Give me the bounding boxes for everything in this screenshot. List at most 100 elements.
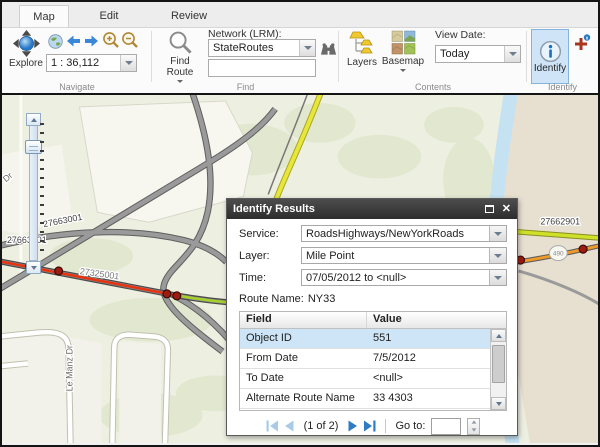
view-date-combobox[interactable]: Today xyxy=(435,45,521,63)
find-binoculars-button[interactable] xyxy=(319,40,337,58)
field-cell: Object ID xyxy=(240,329,367,348)
time-label: Time: xyxy=(239,272,301,284)
table-scrollbar[interactable] xyxy=(490,329,506,410)
service-dropdown-button[interactable] xyxy=(489,226,506,241)
table-row-partial xyxy=(240,409,506,411)
service-value: RoadsHighways/NewYorkRoads xyxy=(302,228,489,240)
zoom-out-magnifier-icon xyxy=(121,31,139,49)
group-navigate: Explore xyxy=(2,28,152,93)
basemap-button[interactable]: Basemap xyxy=(381,30,425,72)
map-scale-dropdown-button[interactable] xyxy=(120,55,136,71)
maximize-icon xyxy=(485,205,494,213)
scrollbar-thumb[interactable] xyxy=(492,345,505,383)
network-lrm-dropdown-button[interactable] xyxy=(299,40,315,56)
group-find: Find Route Network (LRM): StateRoutes xyxy=(152,28,339,93)
basemap-tiles-icon xyxy=(391,30,416,55)
next-extent-button[interactable] xyxy=(83,32,101,50)
table-row[interactable]: Alternate Route Name 33 4303 xyxy=(240,389,506,409)
time-value: 07/05/2012 to <null> xyxy=(302,272,489,284)
map-scale-combobox[interactable]: 1 : 36,112 xyxy=(46,54,137,72)
find-route-magnifier-icon xyxy=(168,30,193,55)
network-lrm-combobox[interactable]: StateRoutes xyxy=(208,39,316,57)
service-label: Service: xyxy=(239,228,301,240)
zoom-slider-up-button[interactable] xyxy=(26,113,41,126)
time-combobox[interactable]: 07/05/2012 to <null> xyxy=(301,269,507,286)
table-row[interactable]: Object ID 551 xyxy=(240,329,506,349)
next-page-button[interactable] xyxy=(348,420,358,432)
last-page-icon xyxy=(364,420,376,432)
basemap-label: Basemap xyxy=(382,56,424,67)
tab-map[interactable]: Map xyxy=(19,5,69,27)
table-row[interactable]: To Date <null> xyxy=(240,369,506,389)
zoom-slider-ticks xyxy=(40,123,44,255)
identify-button[interactable]: Identify xyxy=(531,29,569,84)
value-cell: 33 4303 xyxy=(367,389,506,408)
goto-page-input[interactable] xyxy=(431,418,461,435)
table-row[interactable]: From Date 7/5/2012 xyxy=(240,349,506,369)
spinner-up-icon xyxy=(472,421,477,424)
identify-route-location-button[interactable] xyxy=(573,34,591,52)
last-page-button[interactable] xyxy=(364,420,376,432)
layer-combobox[interactable]: Mile Point xyxy=(301,247,507,264)
next-page-icon xyxy=(348,420,358,432)
field-cell: From Date xyxy=(240,349,367,368)
layer-row: Layer: Mile Point xyxy=(239,247,507,264)
map-area: 490 27663001 27663101 27325001 27662901 … xyxy=(2,93,598,443)
explore-button[interactable]: Explore xyxy=(7,30,45,69)
maximize-button[interactable] xyxy=(485,205,494,213)
close-button[interactable]: ✕ xyxy=(502,204,511,214)
chevron-down-icon xyxy=(494,276,502,280)
parcel-polygon xyxy=(119,342,161,443)
tab-review[interactable]: Review xyxy=(149,5,229,27)
find-route-button[interactable]: Find Route xyxy=(160,30,200,83)
goto-spinner[interactable] xyxy=(467,418,480,435)
column-header-value: Value xyxy=(367,312,506,328)
value-cell: 7/5/2012 xyxy=(367,349,506,368)
previous-extent-button[interactable] xyxy=(64,32,82,50)
pagination-bar: (1 of 2) Go to: xyxy=(239,416,507,436)
map-scale-value: 1 : 36,112 xyxy=(47,57,120,69)
service-row: Service: RoadsHighways/NewYorkRoads xyxy=(239,225,507,242)
street-label: Le Manz Dr xyxy=(65,345,75,391)
app-window: Map Edit Review Explore xyxy=(0,0,600,447)
field-cell: Alternate Route Name xyxy=(240,389,367,408)
view-date-dropdown-button[interactable] xyxy=(504,46,520,62)
explore-label: Explore xyxy=(9,58,43,69)
full-extent-button[interactable] xyxy=(46,32,64,50)
scrollbar-down-button[interactable] xyxy=(491,397,506,410)
results-table: Field Value Object ID 551 From Date 7/5/… xyxy=(239,311,507,411)
previous-page-button[interactable] xyxy=(284,420,294,432)
first-page-icon xyxy=(266,420,278,432)
scrollbar-up-button[interactable] xyxy=(491,329,506,342)
group-identify: Identify Identify xyxy=(527,28,598,93)
shield-number: 490 xyxy=(553,251,564,258)
zoom-out-button[interactable] xyxy=(121,31,139,49)
identify-info-icon xyxy=(539,40,562,63)
layers-button[interactable]: Layers xyxy=(345,30,379,68)
chevron-up-icon xyxy=(31,118,37,122)
layer-dropdown-button[interactable] xyxy=(489,248,506,263)
view-date-label: View Date: xyxy=(435,29,486,41)
tab-edit[interactable]: Edit xyxy=(69,5,149,27)
time-dropdown-button[interactable] xyxy=(489,270,506,285)
zoom-slider-down-button[interactable] xyxy=(26,261,41,274)
route-name-value: NY33 xyxy=(308,293,336,305)
group-label-identify: Identify xyxy=(527,82,598,92)
globe-icon xyxy=(48,34,63,49)
service-combobox[interactable]: RoadsHighways/NewYorkRoads xyxy=(301,225,507,242)
first-page-button[interactable] xyxy=(266,420,278,432)
identify-results-dialog: Identify Results ✕ Service: RoadsHighway… xyxy=(226,198,518,436)
value-cell: 551 xyxy=(367,329,506,348)
chevron-down-icon xyxy=(494,254,502,258)
dialog-title-bar[interactable]: Identify Results ✕ xyxy=(227,199,517,219)
chevron-down-icon xyxy=(496,402,502,406)
route-input-combobox[interactable] xyxy=(208,59,316,77)
chevron-down-icon xyxy=(31,266,37,270)
basemap-dropdown-caret xyxy=(400,69,406,72)
chevron-up-icon xyxy=(496,334,502,338)
zoom-in-button[interactable] xyxy=(102,31,120,49)
zoom-in-magnifier-icon xyxy=(102,31,120,49)
goto-label: Go to: xyxy=(395,420,425,432)
group-label-contents: Contents xyxy=(339,82,527,92)
layers-label: Layers xyxy=(347,57,377,68)
